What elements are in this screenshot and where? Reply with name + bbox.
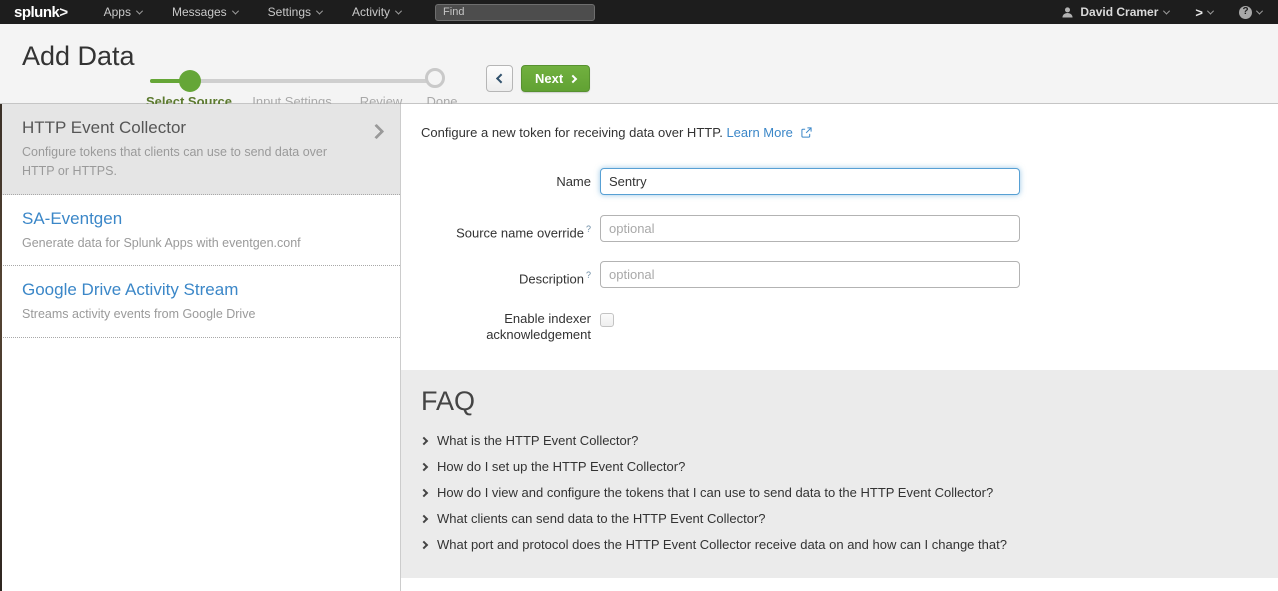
chevron-down-icon — [1207, 7, 1214, 14]
description-field-row: Description? — [401, 261, 1020, 288]
description-label: Description? — [401, 261, 591, 287]
nav-messages[interactable]: Messages — [172, 5, 238, 19]
token-config-panel: Configure a new token for receiving data… — [401, 104, 1278, 591]
user-icon — [1061, 6, 1074, 19]
source-title: HTTP Event Collector — [22, 118, 354, 138]
source-description: Configure tokens that clients can use to… — [22, 143, 354, 182]
source-title: SA-Eventgen — [22, 209, 354, 229]
nav-activity[interactable]: Activity — [352, 5, 401, 19]
sidebar-item-sa-eventgen[interactable]: SA-Eventgen Generate data for Splunk App… — [0, 195, 400, 266]
splunk-logo-text: splunk — [14, 4, 59, 21]
chevron-right-icon — [420, 488, 428, 496]
source-override-input[interactable] — [600, 215, 1020, 242]
chevron-right-icon — [369, 124, 385, 140]
page-title: Add Data — [22, 41, 135, 72]
chevron-glyph: > — [1195, 5, 1203, 20]
faq-item-what-clients[interactable]: What clients can send data to the HTTP E… — [421, 511, 1278, 526]
chevron-down-icon — [1256, 7, 1263, 14]
learn-more-link[interactable]: Learn More — [726, 125, 792, 140]
chevron-down-icon — [136, 7, 143, 14]
help-tooltip-icon[interactable]: ? — [586, 270, 591, 280]
indexer-ack-label: Enable indexer acknowledgement — [401, 309, 591, 343]
top-bar: splunk> Apps Messages Settings Activity … — [0, 0, 1278, 24]
source-override-field-row: Source name override? — [401, 215, 1020, 242]
faq-item-what-is[interactable]: What is the HTTP Event Collector? — [421, 433, 1278, 448]
find-search-input[interactable] — [435, 4, 595, 21]
chevron-down-icon — [395, 7, 402, 14]
enable-indexer-checkbox[interactable] — [600, 313, 614, 327]
chevron-right-icon — [420, 514, 428, 522]
faq-item-set-up[interactable]: How do I set up the HTTP Event Collector… — [421, 459, 1278, 474]
faq-item-view-configure-tokens[interactable]: How do I view and configure the tokens t… — [421, 485, 1278, 500]
faq-section: FAQ What is the HTTP Event Collector? Ho… — [401, 370, 1278, 578]
content-area: HTTP Event Collector Configure tokens th… — [0, 104, 1278, 591]
splunk-logo-chevron: > — [59, 4, 67, 21]
chevron-down-icon — [316, 7, 323, 14]
nav-apps[interactable]: Apps — [104, 5, 142, 19]
page-header: Add Data Select Source Input Settings Re… — [0, 24, 1278, 104]
next-button[interactable]: Next — [521, 65, 590, 92]
source-description: Generate data for Splunk Apps with event… — [22, 234, 354, 253]
user-name: David Cramer — [1080, 5, 1158, 19]
back-button[interactable] — [486, 65, 513, 92]
chevron-right-icon — [569, 74, 577, 82]
help-menu[interactable]: ? — [1239, 6, 1262, 19]
chevron-left-icon — [496, 74, 506, 84]
next-button-label: Next — [535, 71, 563, 86]
source-title: Google Drive Activity Stream — [22, 280, 354, 300]
step-dot-select-source — [179, 70, 201, 92]
help-tooltip-icon[interactable]: ? — [586, 224, 591, 234]
sidebar-item-google-drive-activity-stream[interactable]: Google Drive Activity Stream Streams act… — [0, 266, 400, 337]
chevron-right-icon — [420, 436, 428, 444]
sidebar-item-http-event-collector[interactable]: HTTP Event Collector Configure tokens th… — [0, 104, 400, 195]
chevron-down-icon — [1163, 7, 1170, 14]
faq-title: FAQ — [421, 386, 1278, 417]
source-sidebar: HTTP Event Collector Configure tokens th… — [0, 104, 401, 591]
splunk-chevron-menu[interactable]: > — [1195, 5, 1213, 20]
name-label: Name — [401, 168, 591, 190]
source-description: Streams activity events from Google Driv… — [22, 305, 354, 324]
source-override-label: Source name override? — [401, 215, 591, 241]
window-left-edge — [0, 104, 2, 591]
help-icon: ? — [1239, 6, 1252, 19]
description-input[interactable] — [600, 261, 1020, 288]
intro-sentence: Configure a new token for receiving data… — [421, 125, 723, 140]
splunk-logo[interactable]: splunk> — [14, 4, 68, 21]
nav-settings[interactable]: Settings — [268, 5, 322, 19]
top-nav: Apps Messages Settings Activity — [104, 5, 431, 19]
faq-item-port-protocol[interactable]: What port and protocol does the HTTP Eve… — [421, 537, 1278, 552]
indexer-ack-row: Enable indexer acknowledgement — [401, 309, 614, 343]
name-field-row: Name — [401, 168, 1020, 195]
chevron-down-icon — [232, 7, 239, 14]
intro-text: Configure a new token for receiving data… — [421, 125, 812, 140]
chevron-right-icon — [420, 540, 428, 548]
step-dot-done — [425, 68, 445, 88]
name-input[interactable] — [600, 168, 1020, 195]
user-menu[interactable]: David Cramer — [1061, 5, 1169, 19]
external-link-icon — [801, 127, 812, 138]
chevron-right-icon — [420, 462, 428, 470]
top-bar-right: David Cramer > ? — [1061, 5, 1262, 20]
